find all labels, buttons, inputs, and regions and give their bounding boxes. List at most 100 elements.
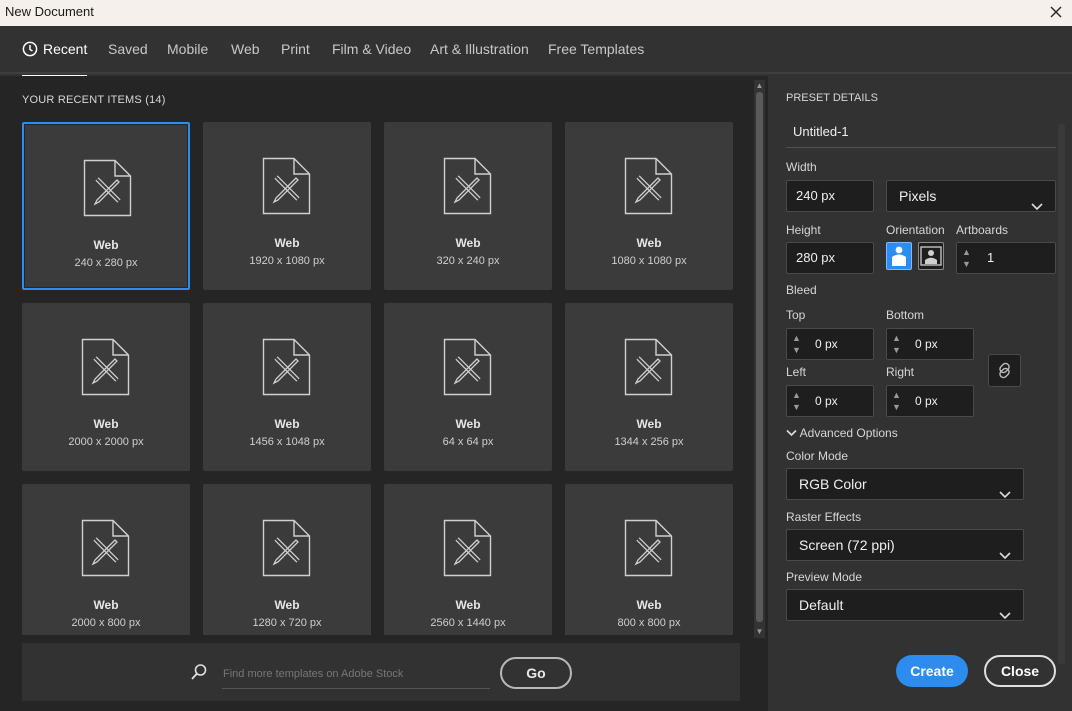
tab-recent[interactable]: Recent: [22, 41, 88, 77]
preset-heading: PRESET DETAILS: [786, 92, 878, 104]
color-mode-dropdown[interactable]: RGB Color: [786, 468, 1024, 500]
recent-item-card[interactable]: Web 64 x 64 px: [384, 303, 552, 471]
recent-item-card[interactable]: Web 1456 x 1048 px: [203, 303, 371, 471]
create-button[interactable]: Create: [896, 655, 968, 687]
recent-item-dimensions: 2000 x 2000 px: [68, 436, 144, 448]
go-button[interactable]: Go: [500, 657, 572, 689]
bleed-top-stepper[interactable]: ▲ ▼: [788, 329, 806, 359]
recent-item-card[interactable]: Web 2000 x 2000 px: [22, 303, 190, 471]
scroll-thumb[interactable]: [756, 92, 763, 622]
recent-item-card[interactable]: Web 800 x 800 px: [565, 484, 733, 635]
chevron-down-icon[interactable]: ▼: [792, 402, 801, 412]
advanced-options-label: Advanced Options: [799, 426, 898, 440]
preview-mode-label: Preview Mode: [786, 570, 863, 584]
recent-item-card[interactable]: Web 1344 x 256 px: [565, 303, 733, 471]
recent-item-name: Web: [93, 417, 119, 431]
link-bleed-button[interactable]: [988, 354, 1021, 387]
chevron-up-icon[interactable]: ▲: [892, 390, 901, 400]
tab-art-illustration[interactable]: Art & Illustration: [430, 41, 529, 74]
recent-panel: YOUR RECENT ITEMS (14) Web 240 x 280 px We…: [0, 76, 768, 711]
bleed-bottom-stepper[interactable]: ▲ ▼: [888, 329, 906, 359]
recent-item-dimensions: 1344 x 256 px: [614, 436, 684, 448]
window-close-icon[interactable]: [1046, 1, 1066, 23]
chevron-down-icon: [999, 540, 1011, 570]
width-field[interactable]: 240 px: [786, 180, 874, 212]
tab-free-templates[interactable]: Free Templates: [548, 41, 644, 74]
tab-label: Recent: [43, 41, 88, 57]
preset-scrollbar[interactable]: [1058, 124, 1065, 664]
recent-item-name: Web: [636, 236, 662, 250]
new-document-dialog: Recent Saved Mobile Web Print Film & Vid…: [0, 26, 1072, 711]
artboards-label: Artboards: [956, 223, 1009, 237]
recent-item-dimensions: 320 x 240 px: [436, 255, 500, 267]
tab-film-video[interactable]: Film & Video: [332, 41, 411, 74]
bleed-left-stepper[interactable]: ▲ ▼: [788, 386, 806, 416]
scroll-up-icon[interactable]: ▲: [755, 81, 764, 90]
category-tabs: Recent Saved Mobile Web Print Film & Vid…: [0, 26, 1072, 77]
raster-effects-value: Screen (72 ppi): [799, 537, 895, 553]
tab-print[interactable]: Print: [281, 41, 310, 74]
chevron-down-icon[interactable]: ▼: [892, 402, 901, 412]
chevron-down-icon[interactable]: ▼: [962, 259, 971, 269]
landscape-orientation-button[interactable]: [918, 242, 944, 270]
bleed-left-label: Left: [786, 365, 807, 379]
recent-heading: YOUR RECENT ITEMS (14): [22, 94, 166, 106]
recent-item-name: Web: [455, 598, 481, 612]
title-bar: New Document: [0, 0, 1072, 26]
recent-item-dimensions: 2000 x 800 px: [71, 617, 141, 629]
bleed-right-label: Right: [886, 365, 915, 379]
portrait-orientation-button[interactable]: [886, 242, 912, 270]
clock-icon: [22, 41, 38, 57]
stock-search-bar: Go: [22, 643, 740, 701]
chevron-up-icon[interactable]: ▲: [962, 247, 971, 257]
recent-item-card[interactable]: Web 240 x 280 px: [22, 122, 190, 290]
recent-item-card[interactable]: Web 320 x 240 px: [384, 122, 552, 290]
recent-item-dimensions: 1080 x 1080 px: [611, 255, 687, 267]
tab-saved[interactable]: Saved: [108, 41, 148, 74]
recent-item-dimensions: 64 x 64 px: [442, 436, 494, 448]
recent-item-card[interactable]: Web 2000 x 800 px: [22, 484, 190, 635]
bleed-label: Bleed: [786, 283, 817, 297]
preview-mode-dropdown[interactable]: Default: [786, 589, 1024, 621]
artboards-stepper[interactable]: ▲ ▼: [958, 243, 976, 273]
recent-item-name: Web: [636, 598, 662, 612]
height-field[interactable]: 280 px: [786, 242, 874, 274]
raster-effects-label: Raster Effects: [786, 510, 862, 524]
units-dropdown[interactable]: Pixels: [886, 180, 1056, 212]
chevron-up-icon[interactable]: ▲: [892, 333, 901, 343]
recent-item-dimensions: 2560 x 1440 px: [430, 617, 506, 629]
scroll-down-icon[interactable]: ▼: [755, 627, 764, 636]
color-mode-label: Color Mode: [786, 449, 849, 463]
raster-effects-dropdown[interactable]: Screen (72 ppi): [786, 529, 1024, 561]
search-icon: [190, 663, 208, 686]
recent-item-name: Web: [636, 417, 662, 431]
chevron-up-icon[interactable]: ▲: [792, 333, 801, 343]
recent-item-card[interactable]: Web 1280 x 720 px: [203, 484, 371, 635]
tab-mobile[interactable]: Mobile: [167, 41, 208, 74]
tab-web[interactable]: Web: [231, 41, 260, 74]
recent-item-dimensions: 240 x 280 px: [74, 257, 138, 269]
recent-item-card[interactable]: Web 1080 x 1080 px: [565, 122, 733, 290]
close-button[interactable]: Close: [984, 655, 1056, 687]
recent-item-dimensions: 1456 x 1048 px: [249, 436, 325, 448]
link-icon: [989, 362, 1020, 390]
chevron-down-icon[interactable]: ▼: [892, 345, 901, 355]
recent-item-name: Web: [274, 236, 300, 250]
document-name-field[interactable]: Untitled-1: [786, 116, 1056, 148]
grid-scrollbar[interactable]: ▲ ▼: [754, 80, 765, 638]
recent-item-card[interactable]: Web 1920 x 1080 px: [203, 122, 371, 290]
chevron-down-icon: [999, 479, 1011, 509]
chevron-down-icon[interactable]: ▼: [792, 345, 801, 355]
bleed-right-stepper[interactable]: ▲ ▼: [888, 386, 906, 416]
color-mode-value: RGB Color: [799, 476, 867, 492]
chevron-up-icon[interactable]: ▲: [792, 390, 801, 400]
recent-item-name: Web: [274, 598, 300, 612]
recent-item-name: Web: [93, 598, 119, 612]
recent-item-name: Web: [455, 236, 481, 250]
advanced-options-toggle[interactable]: Advanced Options: [786, 426, 898, 440]
bleed-top-label: Top: [786, 308, 806, 322]
stock-search-input[interactable]: [222, 659, 490, 689]
window-title: New Document: [5, 4, 94, 19]
preset-details-panel: PRESET DETAILS Untitled-1 Width 240 px P…: [768, 76, 1072, 711]
recent-item-card[interactable]: Web 2560 x 1440 px: [384, 484, 552, 635]
